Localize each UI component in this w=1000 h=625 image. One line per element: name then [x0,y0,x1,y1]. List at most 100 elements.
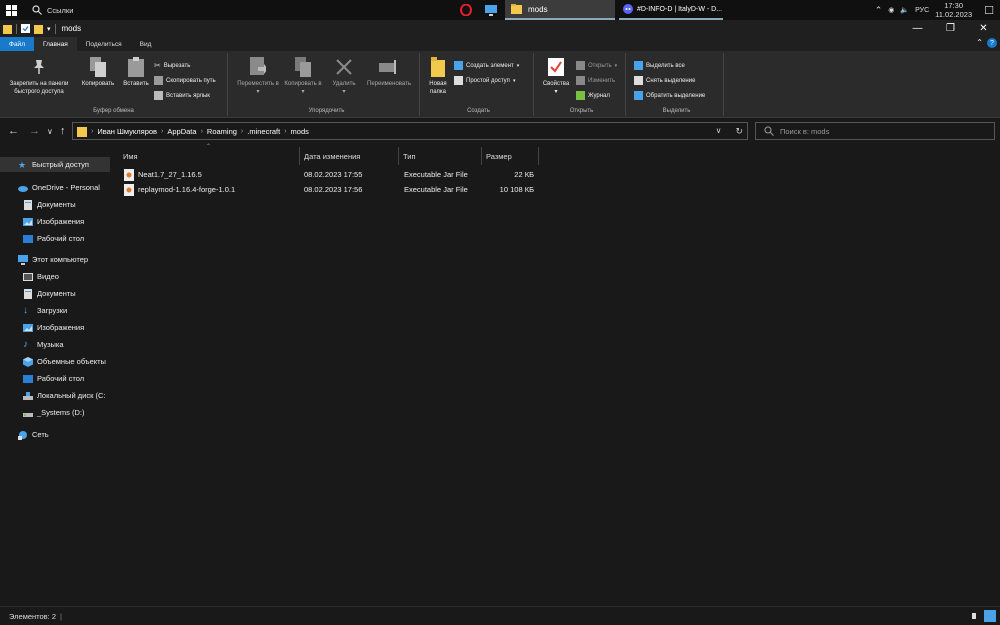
paste-shortcut-button[interactable]: Вставить ярлык [154,91,210,100]
nav-documents[interactable]: Документы [0,286,110,301]
taskbar-explorer-mods[interactable]: mods [505,0,615,20]
details-view-icon[interactable] [968,610,980,622]
clock[interactable]: 17:30 11.02.2023 [935,1,972,19]
nav-network[interactable]: Сеть [0,427,110,442]
pin-quick-access-button[interactable]: Закрепить на панели быстрого доступа [3,56,75,96]
nav-3d-objects[interactable]: Объемные объекты [0,354,110,369]
taskbar-search[interactable]: Ссылки [32,0,73,20]
breadcrumb-mods[interactable]: mods [291,127,309,136]
file-size: 10 108 КБ [499,185,534,194]
select-none-button[interactable]: Снять выделение [634,76,695,85]
nav-images-label: Изображения [37,323,85,332]
notification-icon[interactable]: ☐ [984,4,994,17]
search-icon [32,5,42,15]
recent-locations-icon[interactable]: ∨ [47,127,53,136]
jar-file-icon [124,184,134,196]
tab-file[interactable]: Файл [0,37,34,51]
group-clipboard: Закрепить на панели быстрого доступа Коп… [0,53,228,116]
taskbar-mods-label: mods [528,4,548,14]
column-size[interactable]: Размер [482,147,538,165]
invert-selection-button[interactable]: Обратить выделение [634,91,705,100]
tab-home[interactable]: Главная [33,37,77,51]
rename-button[interactable]: Переименовать [361,56,417,88]
select-all-icon [634,61,643,70]
breadcrumb-roaming[interactable]: Roaming [207,127,237,136]
nav-od-images[interactable]: Изображения [0,214,110,229]
wifi-icon[interactable]: ◉ [888,6,894,14]
history-button[interactable]: Журнал [576,91,610,100]
up-arrow-icon[interactable]: ↑ [60,125,66,137]
copy-path-button[interactable]: Скопировать путь [154,76,216,85]
properties-button[interactable]: Свойства ▾ [538,56,574,96]
chevron-up-icon[interactable]: ⌃ [875,5,883,16]
new-folder-icon[interactable] [34,24,43,34]
back-arrow-icon[interactable]: ← [8,125,19,137]
nav-desktop-label: Рабочий стол [37,374,85,383]
paste-button[interactable]: Вставить [119,56,153,88]
clock-date: 11.02.2023 [935,10,973,19]
large-icons-view-icon[interactable] [984,610,996,622]
tab-view[interactable]: Вид [131,37,161,51]
nav-local-disk[interactable]: Локальный диск (C: [0,388,110,403]
nav-od-desktop[interactable]: Рабочий стол [0,231,110,246]
breadcrumb-user[interactable]: Иван Шмукляров [97,127,157,136]
paste-label: Вставить [123,81,149,87]
nav-od-desktop-label: Рабочий стол [37,234,85,243]
select-all-button[interactable]: Выделить все [634,61,685,70]
search-box[interactable]: Поиск в: mods [755,122,995,140]
taskbar-pc[interactable] [482,0,500,20]
document-icon [24,199,32,210]
column-name[interactable]: Имя [119,147,299,165]
column-modified[interactable]: Дата изменения [300,147,398,165]
tab-share[interactable]: Поделиться [77,37,131,51]
close-button[interactable]: ✕ [967,20,1000,37]
delete-button[interactable]: Удалить ▾ [327,56,361,96]
file-row[interactable]: replaymod-1.16.4-forge-1.0.1 08.02.2023 … [110,183,1000,197]
easy-access-button[interactable]: Простой доступ ▾ [454,76,515,85]
copy-to-button[interactable]: Копировать в ▾ [281,56,325,96]
forward-arrow-icon[interactable]: → [29,125,40,137]
language-indicator[interactable]: РУС [915,7,929,14]
jar-file-icon [124,169,134,181]
nav-od-documents[interactable]: Документы [0,197,110,212]
file-name: replaymod-1.16.4-forge-1.0.1 [138,185,236,194]
copy-button[interactable]: Копировать [78,56,118,88]
nav-quick-access[interactable]: ★ Быстрый доступ [0,157,110,172]
column-type[interactable]: Тип [399,147,481,165]
address-dropdown-icon[interactable]: ∨ [716,126,722,137]
new-item-button[interactable]: Создать элемент ▾ [454,61,519,70]
breadcrumb-appdata[interactable]: AppData [167,127,196,136]
refresh-icon[interactable]: ↻ [735,126,743,137]
customize-qat-icon[interactable]: ▾ [47,25,51,33]
volume-icon[interactable]: 🔈 [900,6,909,14]
help-icon[interactable]: ? [987,38,997,48]
start-button[interactable] [6,0,20,20]
new-folder-button[interactable]: Новая папка [424,56,452,96]
nav-systems-drive[interactable]: _Systems (D:) [0,405,110,420]
breadcrumb-minecraft[interactable]: .minecraft [247,127,280,136]
address-bar[interactable]: › Иван Шмукляров › AppData › Roaming › .… [72,122,748,140]
nav-images[interactable]: Изображения [0,320,110,335]
edit-button[interactable]: Изменить [576,76,615,85]
taskbar-opera[interactable] [457,0,475,20]
properties-icon[interactable] [21,24,30,33]
cut-button[interactable]: ✂ Вырезать [154,61,190,70]
open-icon [576,61,585,70]
taskbar-discord[interactable]: #D-INFO-D | ItalyD-W - D... [619,0,723,20]
open-label: Открыть [588,62,612,69]
nav-this-pc[interactable]: Этот компьютер [0,252,110,267]
group-open: Свойства ▾ Открыть ▾ Изменить Журнал Отк… [538,53,626,116]
nav-music[interactable]: ♪ Музыка [0,337,110,352]
taskbar: Ссылки mods #D-INFO-D | ItalyD-W - D... … [0,0,1000,20]
nav-onedrive[interactable]: OneDrive - Personal [0,180,110,195]
restore-button[interactable]: ❐ [934,20,967,37]
open-button[interactable]: Открыть ▾ [576,61,617,70]
file-row[interactable]: Neat1.7_27_1.16.5 08.02.2023 17:55 Execu… [110,168,1000,182]
nav-downloads[interactable]: ↓ Загрузки [0,303,110,318]
nav-video[interactable]: Видео [0,269,110,284]
nav-desktop[interactable]: Рабочий стол [0,371,110,386]
window-controls: — ❐ ✕ [901,20,1000,37]
collapse-ribbon-icon[interactable]: ⌃ [976,38,983,48]
minimize-button[interactable]: — [901,20,934,37]
move-to-button[interactable]: Переместить в ▾ [236,56,280,96]
